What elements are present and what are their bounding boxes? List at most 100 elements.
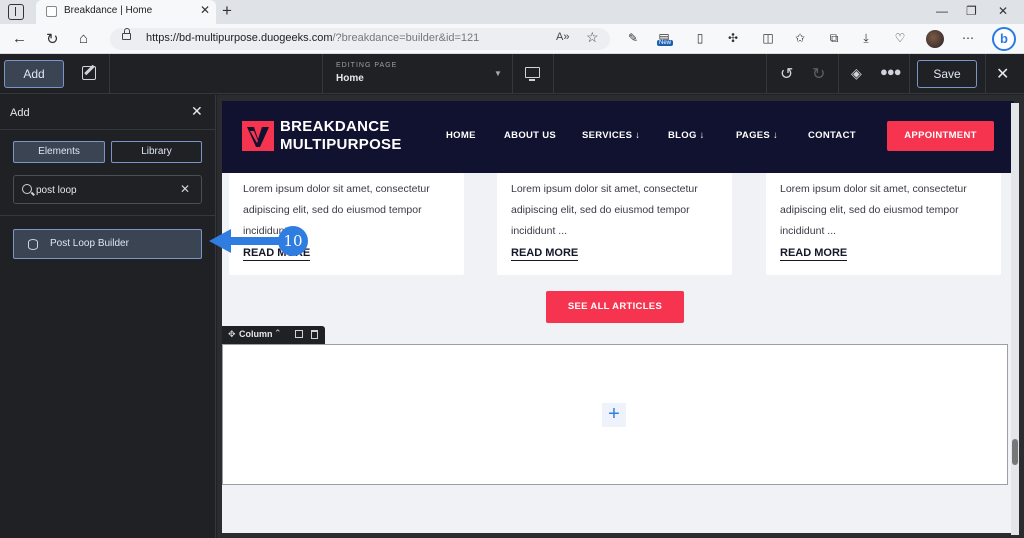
chevron-up-icon[interactable]: ⌃ bbox=[274, 328, 282, 339]
profile-avatar[interactable] bbox=[926, 30, 944, 48]
column-toolbar[interactable]: ✥ Column ⌃ bbox=[222, 326, 325, 344]
toolbar-divider bbox=[109, 54, 110, 94]
annotation-arrow-head bbox=[209, 229, 231, 253]
toolbar-divider bbox=[985, 54, 986, 94]
nav-home[interactable]: HOME bbox=[446, 130, 476, 141]
layers-icon[interactable]: ◈ bbox=[851, 65, 862, 82]
nav-blog[interactable]: BLOG ↓ bbox=[668, 130, 705, 141]
post-card: Lorem ipsum dolor sit amet, consectetur … bbox=[497, 173, 732, 275]
heart-pulse-icon[interactable]: ♡ bbox=[892, 30, 908, 46]
post-excerpt: Lorem ipsum dolor sit amet, consectetur … bbox=[511, 183, 698, 237]
read-aloud-icon[interactable]: A» bbox=[556, 31, 569, 43]
close-builder-icon[interactable]: ✕ bbox=[996, 64, 1009, 84]
panel-title: Add bbox=[10, 107, 30, 119]
column-label: Column bbox=[239, 329, 273, 339]
url-field[interactable]: https://bd-multipurpose.duogeeks.com/?br… bbox=[110, 28, 610, 50]
see-all-articles-button[interactable]: SEE ALL ARTICLES bbox=[546, 291, 684, 323]
element-search[interactable]: ✕ bbox=[13, 175, 202, 204]
post-card: Lorem ipsum dolor sit amet, consectetur … bbox=[766, 173, 1001, 275]
element-label: Post Loop Builder bbox=[50, 238, 129, 249]
close-window-icon[interactable]: ✕ bbox=[998, 4, 1008, 18]
appointment-button[interactable]: APPOINTMENT bbox=[887, 121, 994, 151]
step-number-badge: 10 bbox=[278, 226, 308, 256]
nav-about-us[interactable]: ABOUT US bbox=[504, 130, 556, 141]
lock-icon bbox=[122, 28, 131, 40]
database-icon bbox=[28, 239, 38, 250]
editing-page-select[interactable]: Home bbox=[336, 73, 364, 84]
browser-tab-bar: Breakdance | Home ✕ + — ❐ ✕ bbox=[0, 0, 1024, 24]
tab-title: Breakdance | Home bbox=[64, 5, 153, 16]
more-options-icon[interactable]: ⋯ bbox=[960, 30, 976, 46]
close-panel-icon[interactable]: ✕ bbox=[191, 103, 203, 120]
refresh-icon[interactable]: ↻ bbox=[46, 30, 59, 48]
canvas-scrollbar[interactable] bbox=[1011, 103, 1019, 535]
site-header: BREAKDANCE MULTIPURPOSE HOME ABOUT US SE… bbox=[222, 101, 1014, 173]
read-more-link[interactable]: READ MORE bbox=[511, 247, 579, 261]
post-card: Lorem ipsum dolor sit amet, consectetur … bbox=[229, 173, 464, 275]
close-tab-icon[interactable]: ✕ bbox=[200, 3, 210, 17]
toolbar-divider bbox=[766, 54, 767, 94]
edit-icon[interactable] bbox=[82, 66, 96, 80]
download-icon[interactable]: ⤓ bbox=[858, 30, 874, 46]
tab-library[interactable]: Library bbox=[111, 141, 202, 163]
search-icon bbox=[22, 184, 32, 194]
save-button[interactable]: Save bbox=[917, 60, 977, 88]
move-icon[interactable]: ✥ bbox=[228, 329, 236, 340]
bing-copilot-icon[interactable]: b bbox=[992, 27, 1016, 51]
empty-column[interactable]: + bbox=[222, 344, 1008, 485]
redo-icon[interactable]: ↻ bbox=[812, 64, 825, 84]
collections-icon[interactable]: ⧉ bbox=[826, 30, 842, 46]
logo-line: BREAKDANCE bbox=[280, 118, 390, 135]
add-element-plus-icon[interactable]: + bbox=[602, 403, 626, 427]
toolbar-divider bbox=[553, 54, 554, 94]
nav-contact[interactable]: CONTACT bbox=[808, 130, 856, 141]
clear-search-icon[interactable]: ✕ bbox=[180, 182, 190, 196]
logo-line: MULTIPURPOSE bbox=[280, 136, 402, 153]
back-icon[interactable]: ← bbox=[12, 30, 27, 47]
toolbar-divider bbox=[512, 54, 513, 94]
trash-icon[interactable] bbox=[311, 330, 318, 339]
new-tab-icon[interactable]: + bbox=[222, 1, 232, 21]
home-icon[interactable]: ⌂ bbox=[79, 30, 88, 47]
scrollbar-thumb[interactable] bbox=[1012, 439, 1018, 465]
favicon-icon bbox=[46, 6, 57, 17]
site-logo-text[interactable]: BREAKDANCE MULTIPURPOSE bbox=[280, 118, 402, 154]
new-badge: New bbox=[657, 40, 674, 46]
more-icon[interactable]: ●●● bbox=[880, 64, 902, 79]
add-button[interactable]: Add bbox=[4, 60, 64, 88]
read-more-link[interactable]: READ MORE bbox=[780, 247, 848, 261]
site-preview: Lorem ipsum dolor sit amet, consectetur … bbox=[222, 101, 1014, 533]
split-screen-icon[interactable]: ◫ bbox=[760, 30, 776, 46]
add-panel: Add ✕ Elements Library ✕ Post Loop Build… bbox=[0, 95, 216, 538]
reader-icon[interactable]: ▯ bbox=[692, 30, 708, 46]
puzzle-icon[interactable]: ✣ bbox=[725, 30, 741, 46]
favorite-star-icon[interactable]: ☆ bbox=[586, 29, 599, 46]
post-loop-builder-element[interactable]: Post Loop Builder bbox=[13, 229, 202, 259]
workspaces-icon[interactable] bbox=[8, 4, 24, 20]
maximize-icon[interactable]: ❐ bbox=[966, 4, 977, 18]
nav-pages[interactable]: PAGES ↓ bbox=[736, 130, 778, 141]
desktop-view-icon[interactable] bbox=[525, 67, 540, 81]
editing-page-label: EDITING PAGE bbox=[336, 62, 398, 69]
pen-icon[interactable]: ✎ bbox=[625, 30, 641, 46]
search-input[interactable] bbox=[36, 182, 176, 198]
tab-elements[interactable]: Elements bbox=[13, 141, 105, 163]
browser-tab[interactable]: Breakdance | Home ✕ bbox=[36, 0, 216, 24]
favorites-icon[interactable]: ✩ bbox=[792, 30, 808, 46]
minimize-icon[interactable]: — bbox=[936, 4, 948, 18]
post-excerpt: Lorem ipsum dolor sit amet, consectetur … bbox=[243, 183, 430, 237]
toolbar-divider bbox=[322, 54, 323, 94]
toolbar-divider bbox=[909, 54, 910, 94]
chevron-down-icon[interactable]: ▼ bbox=[494, 69, 502, 78]
builder-canvas: Lorem ipsum dolor sit amet, consectetur … bbox=[217, 95, 1024, 538]
url-text: https://bd-multipurpose.duogeeks.com/?br… bbox=[146, 32, 480, 44]
panel-divider bbox=[0, 215, 216, 216]
post-excerpt: Lorem ipsum dolor sit amet, consectetur … bbox=[780, 183, 967, 237]
panel-divider bbox=[0, 129, 216, 130]
address-bar: ← ↻ ⌂ https://bd-multipurpose.duogeeks.c… bbox=[0, 24, 1024, 54]
builder-toolbar: Add EDITING PAGE Home ▼ ↺ ↻ ◈ ●●● Save ✕ bbox=[0, 54, 1024, 94]
nav-services[interactable]: SERVICES ↓ bbox=[582, 130, 640, 141]
breakdance-logo-icon bbox=[242, 121, 274, 151]
undo-icon[interactable]: ↺ bbox=[780, 64, 793, 84]
duplicate-icon[interactable] bbox=[295, 330, 303, 338]
